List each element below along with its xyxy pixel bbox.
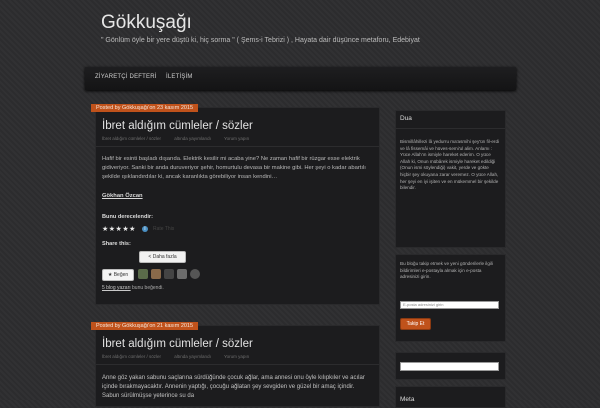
meta-widget: Meta [395,386,506,408]
search-widget [395,352,506,380]
search-input[interactable] [400,362,499,371]
post-meta: İbret aldığım cümleler / sözler altında … [102,136,261,141]
post-author-link[interactable]: Gökhan Özcan [102,193,143,199]
post-title[interactable]: İbret aldığım cümleler / sözler [102,120,253,132]
share-icon: < [148,254,152,260]
post-entry: Posted by Gökkuşağı'on 23 kasım 2015 İbr… [91,104,380,305]
avatar[interactable] [164,269,174,279]
likes-summary: 5 blog yazarı bunu beğendi. [102,285,164,291]
post-published-label: altında yayımlandı [174,136,211,141]
avatar[interactable] [138,269,148,279]
post-date-badge: Posted by Gökkuşağı'on 23 kasım 2015 [91,104,199,112]
widget-divider [396,128,505,129]
post-excerpt: Anne göz yakan sabunu saçlarına sürdüğün… [102,375,365,400]
share-label: Share this: [102,241,131,247]
post-title[interactable]: İbret aldığım cümleler / sözler [102,338,253,350]
widget-title: Dua [400,115,412,122]
share-more-button[interactable]: < Daha fazla [139,251,186,263]
avatar[interactable] [177,269,187,279]
follow-widget: Bu bloğu takip etmek ve yeni gönderilerl… [395,254,506,342]
likes-count-link[interactable]: 5 blog yazarı [102,285,131,291]
site-description: " Gönlüm öyle bir yere düştü ki, hiç sor… [101,37,420,44]
rating-stars[interactable]: ★★★★★ [102,225,136,233]
follow-text: Bu bloğu takip etmek ve yeni gönderilerl… [400,261,493,280]
share-more-label: Daha fazla [152,254,177,260]
post-entry: Posted by Gökkuşağı'on 21 kasım 2015 İbr… [91,322,380,407]
dua-text: Bismillâhillezi lâ yedurru ma'asmihi şey… [400,139,500,191]
email-field[interactable]: E-posta adresinizi girin [400,301,499,309]
like-button[interactable]: ★ Beğen [102,269,134,281]
post-divider [96,146,379,147]
main-navigation: ZİYARETÇİ DEFTERİ İLETİŞİM [85,67,516,90]
post-comment-link[interactable]: Yorum yapın [224,354,249,359]
likes-suffix: bunu beğendi. [130,285,164,291]
avatar[interactable] [151,269,161,279]
post-comment-link[interactable]: Yorum yapın [224,136,249,141]
post-published-label: altında yayımlandı [174,354,211,359]
post-category-link[interactable]: İbret aldığım cümleler / sözler [102,354,161,359]
post-date-badge: Posted by Gökkuşağı'on 21 kasım 2015 [91,322,199,330]
rating-label: Bunu derecelendir: [102,214,153,220]
info-icon[interactable]: i [142,226,148,232]
site-title[interactable]: Gökkuşağı [101,12,192,34]
post-excerpt: Hafif bir esinti başladı dışarıda. Elekt… [102,156,366,180]
rating-vote-text: Rate This [153,226,175,232]
nav-item-contact[interactable]: İLETİŞİM [166,74,193,80]
nav-item-guestbook[interactable]: ZİYARETÇİ DEFTERİ [95,74,157,80]
follow-button[interactable]: Takip Et [400,318,431,330]
dua-widget: Dua Bismillâhillezi lâ yedurru ma'asmihi… [395,110,506,248]
avatar[interactable] [190,269,200,279]
post-category-link[interactable]: İbret aldığım cümleler / sözler [102,136,161,141]
post-meta: İbret aldığım cümleler / sözler altında … [102,354,261,359]
post-divider [96,364,379,365]
